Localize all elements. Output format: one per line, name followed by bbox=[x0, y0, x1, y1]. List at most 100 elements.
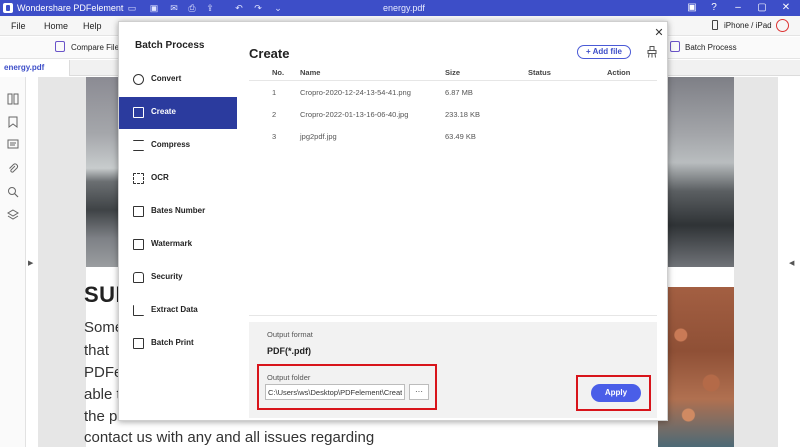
nav-label: Security bbox=[151, 272, 183, 281]
nav-item-watermark[interactable]: Watermark bbox=[119, 229, 237, 261]
tab-label: energy.pdf bbox=[4, 63, 45, 72]
collapse-left-icon[interactable]: ▶ bbox=[28, 259, 33, 267]
row-number: 3 bbox=[272, 132, 277, 141]
document-photo-seascape-right bbox=[658, 77, 734, 267]
watermark-icon bbox=[133, 239, 144, 250]
attachment-icon[interactable] bbox=[7, 163, 19, 175]
collapse-right-icon[interactable]: ◀ bbox=[789, 259, 794, 267]
document-photo-pebbles bbox=[658, 287, 734, 447]
row-number: 1 bbox=[272, 88, 277, 97]
browse-folder-button[interactable]: ··· bbox=[409, 384, 429, 400]
content-title: Create bbox=[249, 46, 290, 61]
close-dialog-button[interactable]: ✕ bbox=[653, 27, 665, 39]
clear-list-icon[interactable] bbox=[647, 46, 657, 58]
title-bar: Wondershare PDFelement ▭ ▣ ✉ ⎙ ⇪ ↶ ↷ ⌄ e… bbox=[0, 0, 800, 16]
table-row[interactable]: 2 Cropro-2022-01-13-16-06-40.jpg 233.18 … bbox=[249, 104, 657, 126]
column-header-name: Name bbox=[300, 68, 321, 77]
close-window-button[interactable]: ✕ bbox=[778, 1, 794, 15]
compare-files-icon bbox=[55, 41, 65, 52]
column-header-action: Action bbox=[607, 68, 631, 77]
batch-process-dialog: Batch Process Convert Create Compress OC… bbox=[118, 21, 668, 421]
column-header-size: Size bbox=[445, 68, 461, 77]
file-name: jpg2pdf.jpg bbox=[300, 132, 337, 141]
extract-data-icon bbox=[133, 305, 144, 316]
dialog-title: Batch Process bbox=[135, 40, 205, 51]
nav-label: Bates Number bbox=[151, 206, 206, 215]
document-line: that bbox=[84, 342, 110, 359]
security-icon bbox=[133, 272, 144, 283]
left-panel-rail bbox=[0, 77, 26, 447]
bookmark-icon[interactable] bbox=[7, 116, 19, 128]
convert-icon bbox=[133, 74, 144, 85]
compress-icon bbox=[133, 140, 144, 151]
header-divider bbox=[249, 80, 657, 81]
comment-icon[interactable] bbox=[7, 139, 19, 151]
menu-file[interactable]: File bbox=[11, 21, 26, 31]
document-line: the pr bbox=[84, 408, 123, 425]
document-line: able t bbox=[84, 386, 121, 403]
maximize-button[interactable]: ▢ bbox=[754, 1, 770, 15]
file-name: Cropro-2020-12-24-13-54-41.png bbox=[300, 88, 411, 97]
output-format-value[interactable]: PDF(*.pdf) bbox=[267, 346, 311, 356]
tab-energy-pdf[interactable]: energy.pdf bbox=[0, 60, 70, 76]
nav-item-create[interactable]: Create bbox=[119, 97, 237, 129]
nav-label: Watermark bbox=[151, 239, 193, 248]
document-line: contact us with any and all issues regar… bbox=[84, 429, 375, 446]
add-file-button[interactable]: + Add file bbox=[577, 45, 631, 59]
layers-icon[interactable] bbox=[7, 209, 19, 221]
table-row[interactable]: 1 Cropro-2020-12-24-13-54-41.png 6.87 MB bbox=[249, 82, 657, 104]
nav-label: Convert bbox=[151, 74, 182, 83]
nav-item-bates-number[interactable]: Bates Number bbox=[119, 196, 237, 228]
nav-item-convert[interactable]: Convert bbox=[119, 64, 237, 96]
phone-icon bbox=[712, 20, 718, 30]
apply-button[interactable]: Apply bbox=[591, 384, 641, 402]
table-row[interactable]: 3 jpg2pdf.jpg 63.49 KB bbox=[249, 126, 657, 148]
window-menu-icon[interactable]: ▣ bbox=[684, 1, 700, 15]
output-format-label: Output format bbox=[267, 330, 313, 339]
file-size: 6.87 MB bbox=[445, 88, 473, 97]
help-icon[interactable]: ? bbox=[706, 1, 722, 15]
nav-label: Extract Data bbox=[151, 305, 198, 314]
output-folder-input[interactable] bbox=[265, 384, 405, 400]
share-icon[interactable]: ⇪ bbox=[204, 2, 216, 14]
ocr-icon bbox=[133, 173, 144, 184]
column-header-status: Status bbox=[528, 68, 551, 77]
nav-item-batch-print[interactable]: Batch Print bbox=[119, 328, 237, 360]
thumbnails-icon[interactable] bbox=[7, 93, 19, 105]
menu-home[interactable]: Home bbox=[44, 21, 68, 31]
nav-item-ocr[interactable]: OCR bbox=[119, 163, 237, 195]
redo-icon[interactable]: ↷ bbox=[252, 2, 264, 14]
device-label[interactable]: iPhone / iPad bbox=[724, 21, 772, 30]
app-logo-icon bbox=[3, 3, 13, 13]
search-icon[interactable] bbox=[7, 186, 19, 198]
app-name: Wondershare PDFelement bbox=[17, 3, 124, 13]
document-title: energy.pdf bbox=[383, 3, 425, 13]
nav-label: Compress bbox=[151, 140, 191, 149]
menu-help[interactable]: Help bbox=[83, 21, 102, 31]
batch-print-icon bbox=[133, 338, 144, 349]
output-settings-panel: Output format PDF(*.pdf) Output folder ·… bbox=[249, 322, 657, 418]
chevron-down-icon[interactable]: ⌄ bbox=[272, 2, 284, 14]
file-size: 63.49 KB bbox=[445, 132, 476, 141]
nav-item-security[interactable]: Security bbox=[119, 262, 237, 294]
compare-files-button[interactable]: Compare Files bbox=[71, 43, 123, 52]
minimize-button[interactable]: – bbox=[730, 1, 746, 15]
bates-number-icon bbox=[133, 206, 144, 217]
save-icon[interactable]: ▣ bbox=[148, 2, 160, 14]
file-size: 233.18 KB bbox=[445, 110, 481, 119]
mail-icon[interactable]: ✉ bbox=[168, 2, 180, 14]
folder-icon[interactable]: ▭ bbox=[126, 2, 138, 14]
batch-process-icon bbox=[670, 41, 680, 52]
nav-label: Batch Print bbox=[151, 338, 194, 347]
nav-item-extract-data[interactable]: Extract Data bbox=[119, 295, 237, 327]
column-header-no: No. bbox=[272, 68, 285, 77]
nav-item-compress[interactable]: Compress bbox=[119, 130, 237, 162]
batch-process-button[interactable]: Batch Process bbox=[685, 43, 737, 52]
file-name: Cropro-2022-01-13-16-06-40.jpg bbox=[300, 110, 409, 119]
wondershare-account-icon[interactable] bbox=[776, 19, 789, 32]
batch-sidebar: Batch Process Convert Create Compress OC… bbox=[119, 22, 237, 420]
create-icon bbox=[133, 107, 144, 118]
row-number: 2 bbox=[272, 110, 277, 119]
undo-icon[interactable]: ↶ bbox=[233, 2, 245, 14]
print-icon[interactable]: ⎙ bbox=[186, 2, 198, 14]
